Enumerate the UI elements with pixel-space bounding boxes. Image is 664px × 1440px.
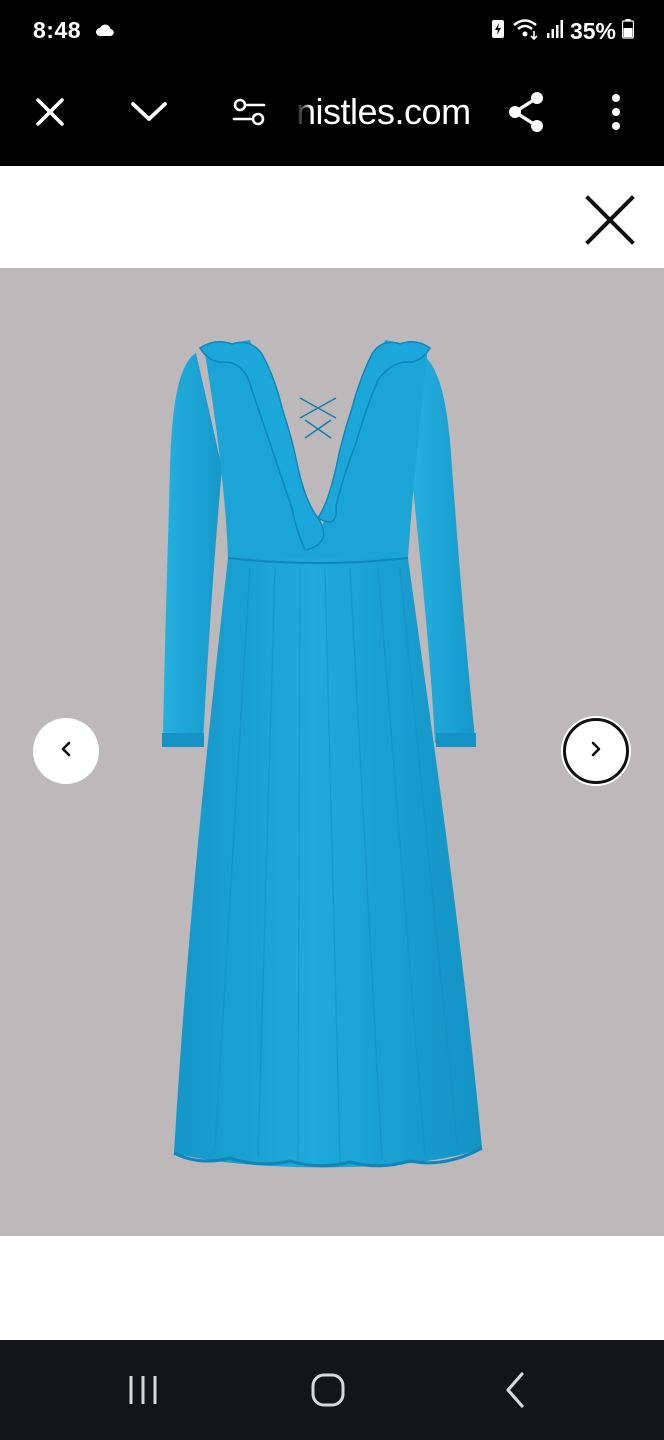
site-settings-icon[interactable] — [221, 84, 277, 140]
more-vert-icon[interactable] — [588, 84, 644, 140]
browser-toolbar: nistles.com — [0, 62, 664, 166]
system-navigation-bar — [0, 1340, 664, 1440]
home-icon[interactable] — [298, 1360, 358, 1420]
previous-image-button[interactable] — [33, 718, 99, 784]
close-icon[interactable] — [22, 84, 78, 140]
gallery-header — [0, 166, 664, 268]
close-icon[interactable] — [580, 190, 640, 250]
battery-percent: 35% — [569, 17, 616, 44]
chevron-down-icon[interactable] — [121, 84, 177, 140]
status-icons: 35% — [490, 15, 635, 47]
share-icon[interactable] — [498, 84, 554, 140]
chevron-right-icon — [589, 740, 603, 763]
recent-apps-icon[interactable] — [113, 1360, 173, 1420]
cloud-icon — [95, 23, 115, 42]
chevron-left-icon — [59, 740, 73, 763]
gallery-footer — [0, 1236, 664, 1340]
signal-icon — [546, 19, 564, 44]
battery-icon — [621, 18, 635, 44]
battery-saver-icon — [490, 18, 506, 45]
url-fade — [296, 86, 312, 138]
url-bar[interactable]: nistles.com — [296, 86, 480, 138]
product-gallery — [0, 268, 664, 1236]
next-image-button[interactable] — [563, 718, 629, 784]
wifi-icon — [512, 17, 540, 46]
back-icon[interactable] — [485, 1360, 545, 1420]
status-time: 8:48 — [33, 17, 82, 43]
status-bar: 8:48 35% — [0, 0, 664, 62]
